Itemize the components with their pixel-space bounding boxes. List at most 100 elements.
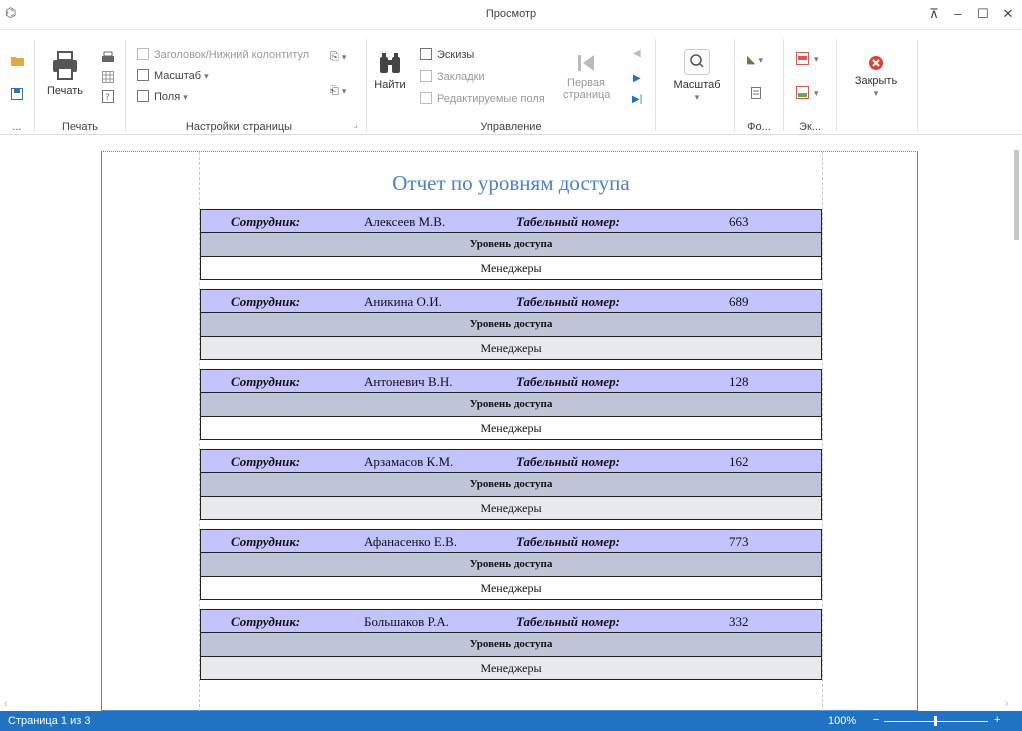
previous-page-icon[interactable]: ◀ [633, 48, 641, 59]
print-group-label: Печать [61, 121, 99, 133]
close-window-icon[interactable]: ✕ [999, 5, 1017, 23]
paper-size-icon[interactable]: ⎗ ▾ [330, 85, 346, 98]
access-level-value: Менеджеры [200, 657, 822, 680]
maximize-icon[interactable]: ☐ [974, 5, 992, 23]
employee-card: Сотрудник: Антоневич В.Н. Табельный номер:… [200, 369, 822, 441]
window-title: Просмотр [485, 8, 537, 20]
employee-header-row: Сотрудник: Аникина О.И. Табельный номер: 68… [200, 289, 822, 313]
status-bar: Страница 1 из 3 100% − + [0, 711, 1022, 731]
zoom-slider-thumb[interactable] [934, 716, 937, 726]
employee-label: Сотрудник: [231, 534, 301, 549]
open-icon[interactable] [11, 55, 24, 66]
employee-header-row: Сотрудник: Антоневич В.Н. Табельный номер:… [200, 369, 822, 393]
ribbon-collapse-icon[interactable]: ⊼ [925, 5, 943, 23]
next-page-icon[interactable]: ▶ [633, 73, 641, 84]
scroll-right-icon[interactable]: › [1005, 698, 1009, 710]
close-group: Закрыть ▾ [837, 31, 917, 135]
employee-card: Сотрудник: Алексеев М.В. Табельный номер: 6… [200, 209, 822, 281]
thumbnails-icon [420, 48, 432, 60]
report-title: Отчет по уровням доступа [392, 171, 630, 195]
employee-name: Арзамасов К.М. [364, 454, 454, 469]
page-info: Страница 1 из 3 [8, 715, 91, 727]
print-button-label: Печать [46, 85, 84, 97]
zoom-out-button[interactable]: − [873, 714, 879, 726]
zoom-group: Масштаб ▾ [656, 31, 734, 135]
navigation-group: Найти Эскизы Закладки Редактируемые поля… [367, 31, 655, 135]
tab-number-label: Табельный номер: [516, 454, 620, 469]
access-level-header: Уровень доступа [200, 633, 822, 657]
tab-number-label: Табельный номер: [516, 374, 620, 389]
scroll-left-icon[interactable]: ‹ [4, 698, 8, 710]
first-page-button[interactable]: Первая страница [563, 53, 610, 101]
bookmarks-button[interactable]: Закладки [420, 68, 485, 86]
close-preview-button[interactable]: Закрыть ▾ [845, 55, 907, 99]
zoom-in-button[interactable]: + [994, 714, 1000, 726]
header-footer-button[interactable]: Заголовок/Нижний колонтитул [137, 46, 309, 64]
export-icon[interactable] [796, 52, 809, 65]
margins-button[interactable]: Поля ▾ [137, 88, 188, 106]
tab-number-value: 332 [729, 614, 749, 629]
employee-label: Сотрудник: [231, 214, 301, 229]
access-level-value: Менеджеры [200, 497, 822, 520]
file-group-label: ... [12, 121, 22, 133]
scale-button[interactable]: Масштаб ▾ [137, 67, 209, 85]
tab-number-value: 663 [729, 214, 749, 229]
zoom-button[interactable]: Масштаб ▾ [668, 49, 726, 103]
access-level-header: Уровень доступа [200, 393, 822, 417]
employee-header-row: Сотрудник: Афанасенко Е.В. Табельный номер… [200, 529, 822, 553]
access-level-value: Менеджеры [200, 257, 822, 280]
quick-print-icon[interactable] [102, 51, 114, 63]
export-group-label: Эк... [799, 121, 821, 133]
margins-icon [137, 90, 149, 102]
bookmarks-icon [420, 70, 432, 82]
watermark-icon[interactable] [751, 87, 761, 99]
ribbon: ... Печать ? Печать Заголовок/Нижний кол… [0, 31, 1022, 135]
tab-number-label: Табельный номер: [516, 614, 620, 629]
access-level-header: Уровень доступа [200, 313, 822, 337]
editable-fields-icon [420, 92, 432, 104]
editable-fields-button[interactable]: Редактируемые поля [420, 90, 545, 108]
tab-number-value: 162 [729, 454, 749, 469]
employee-name: Антоневич В.Н. [364, 374, 453, 389]
employee-label: Сотрудник: [231, 454, 301, 469]
thumbnails-button[interactable]: Эскизы [420, 46, 474, 64]
page-setup-group-label: Настройки страницы [185, 121, 293, 133]
vertical-scrollbar[interactable] [1011, 136, 1022, 696]
employee-header-row: Сотрудник: Алексеев М.В. Табельный номер: 6… [200, 209, 822, 233]
employee-header-row: Сотрудник: Большаков Р.А. Табельный номер:… [200, 609, 822, 633]
find-button[interactable]: Найти [373, 51, 407, 91]
employee-label: Сотрудник: [231, 374, 301, 389]
navigation-group-label: Управление [480, 121, 542, 133]
vertical-scroll-thumb[interactable] [1014, 150, 1019, 240]
tab-number-value: 773 [729, 534, 749, 549]
export-group: ▾ ▾ Эк... [784, 31, 836, 135]
employee-name: Большаков Р.А. [364, 614, 450, 629]
page-background-group: ◣ ▾ Фо... [735, 31, 783, 135]
send-email-icon[interactable] [796, 86, 809, 99]
employee-name: Алексеев М.В. [364, 214, 446, 229]
employee-card: Сотрудник: Арзамасов К.М. Табельный номер:… [200, 449, 822, 521]
tab-number-value: 128 [729, 374, 749, 389]
print-options-icon[interactable]: ? [102, 90, 114, 103]
page-color-icon[interactable]: ◣ ▾ [747, 53, 763, 66]
dialog-launcher-icon[interactable]: ⌟ [354, 120, 358, 129]
save-icon[interactable] [11, 88, 23, 100]
last-page-icon[interactable]: ▶| [632, 94, 642, 105]
header-footer-icon [137, 48, 149, 60]
employee-label: Сотрудник: [231, 614, 301, 629]
page-background-group-label: Фо... [747, 121, 771, 133]
tab-number-label: Табельный номер: [516, 534, 620, 549]
access-level-value: Менеджеры [200, 417, 822, 440]
document-viewer[interactable]: Отчет по уровням доступа Сотрудник: Алекс… [0, 136, 1022, 711]
print-button[interactable]: Печать [43, 51, 87, 97]
access-level-value: Менеджеры [200, 337, 822, 360]
page-setup-group: Заголовок/Нижний колонтитул Масштаб ▾ По… [126, 31, 366, 135]
tab-number-label: Табельный номер: [516, 294, 620, 309]
minimize-icon[interactable]: – [949, 5, 967, 23]
first-page-icon [578, 55, 594, 71]
orientation-icon[interactable]: ⎘ ▾ [330, 51, 346, 64]
access-level-header: Уровень доступа [200, 473, 822, 497]
employee-label: Сотрудник: [231, 294, 301, 309]
page-grid-icon[interactable] [102, 71, 114, 83]
title-bar: ⌬ Просмотр ⊼ – ☐ ✕ [0, 0, 1022, 30]
